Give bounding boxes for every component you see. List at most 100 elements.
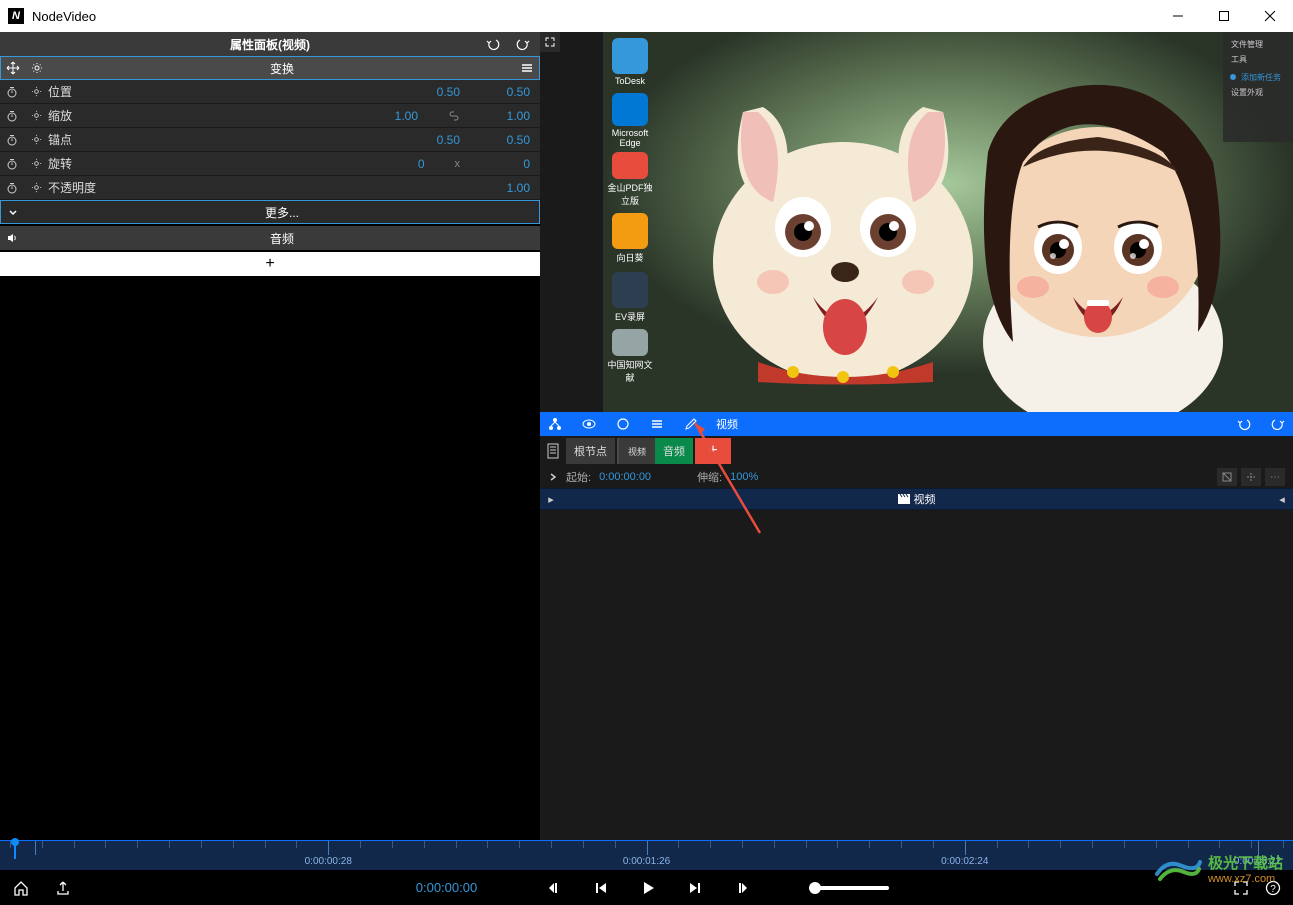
start-value[interactable]: 0:00:00:00: [599, 471, 651, 483]
properties-panel: 属性面板(视频) 变换 位置 0.50 0.50 缩放 1.0: [0, 32, 540, 840]
add-property-button[interactable]: +: [0, 252, 540, 276]
timeline-btn-1[interactable]: [1217, 468, 1237, 486]
more-label: 更多...: [25, 204, 539, 221]
property-opacity: 不透明度 1.00: [0, 176, 540, 200]
preview-desktop-icons: ToDesk Microsoft Edge 金山PDF独立版 向日葵 EV录屏 …: [603, 32, 658, 412]
skip-forward-button[interactable]: [687, 880, 703, 896]
audio-section-header[interactable]: 音频: [0, 226, 540, 250]
timeline-info-bar: 起始: 0:00:00:00 伸缩: 100% ⋯: [540, 466, 1293, 488]
export-button[interactable]: [54, 879, 72, 897]
menu-icon[interactable]: [648, 417, 666, 431]
ruler-tick-label: 0:00:01:26: [623, 856, 670, 867]
gear-icon[interactable]: [24, 134, 48, 145]
gear-icon[interactable]: [24, 182, 48, 193]
volume-slider[interactable]: [809, 886, 889, 890]
property-rotation: 旋转 0 x 0: [0, 152, 540, 176]
ruler-tick-label: 0:00:00:28: [305, 856, 352, 867]
opacity-label: 不透明度: [48, 179, 168, 196]
circle-icon[interactable]: [614, 417, 632, 431]
anchor-y-value[interactable]: 0.50: [490, 133, 530, 147]
more-button[interactable]: 更多...: [0, 200, 540, 224]
track-toggle-right[interactable]: ◂: [1275, 493, 1289, 506]
stopwatch-icon[interactable]: [0, 158, 24, 170]
redo-icon[interactable]: [1269, 417, 1287, 431]
eye-icon[interactable]: [580, 417, 598, 431]
minimize-button[interactable]: [1155, 0, 1201, 32]
playhead[interactable]: [14, 841, 16, 859]
play-button[interactable]: [639, 879, 657, 897]
titlebar: N NodeVideo: [0, 0, 1293, 32]
menu-icon[interactable]: [515, 61, 539, 75]
ruler-tick-label: 0:00:02:24: [941, 856, 988, 867]
document-icon[interactable]: [544, 438, 562, 464]
maximize-button[interactable]: [1201, 0, 1247, 32]
close-button[interactable]: [1247, 0, 1293, 32]
hierarchy-icon[interactable]: [546, 417, 564, 431]
track-toggle-left[interactable]: ▸: [544, 493, 558, 506]
undo-icon[interactable]: [1235, 417, 1253, 431]
home-button[interactable]: [12, 879, 30, 897]
preview-expand-button[interactable]: [540, 32, 560, 52]
volume-knob[interactable]: [809, 882, 821, 894]
opacity-value[interactable]: 1.00: [490, 181, 530, 195]
stopwatch-icon[interactable]: [0, 86, 24, 98]
desktop-icon: 向日葵: [605, 211, 655, 266]
gear-icon[interactable]: [25, 62, 49, 74]
stopwatch-icon[interactable]: [0, 134, 24, 146]
watermark-text-cn: 极光下载站: [1208, 852, 1283, 873]
timeline-empty-area[interactable]: [540, 510, 1293, 840]
scale-y-value[interactable]: 1.00: [490, 109, 530, 123]
scale-x-value[interactable]: 1.00: [378, 109, 418, 123]
preview-area[interactable]: 文件管理 工具 添加新任务 设置外观 ToDesk Microsoft Edge…: [540, 32, 1293, 412]
playback-bar: 0:00:00:00 ?: [0, 870, 1293, 905]
speaker-icon: [0, 232, 24, 244]
anchor-x-value[interactable]: 0.50: [420, 133, 460, 147]
scale-label: 缩放: [48, 107, 168, 124]
transform-section-title: 变换: [49, 60, 515, 77]
tab-video-thumb[interactable]: [617, 438, 653, 464]
properties-panel-title: 属性面板(视频): [230, 36, 310, 53]
property-scale: 缩放 1.00 1.00: [0, 104, 540, 128]
transform-section-header[interactable]: 变换: [0, 56, 540, 80]
undo-button[interactable]: [486, 37, 500, 51]
chevron-right-icon[interactable]: [548, 472, 558, 482]
prev-frame-button[interactable]: [547, 880, 563, 896]
pencil-icon[interactable]: [682, 417, 700, 431]
position-x-value[interactable]: 0.50: [420, 85, 460, 99]
gear-icon[interactable]: [24, 158, 48, 169]
next-frame-button[interactable]: [733, 880, 749, 896]
tab-audio[interactable]: 音频: [655, 438, 693, 464]
playback-time[interactable]: 0:00:00:00: [416, 880, 477, 895]
tab-add-button[interactable]: +: [695, 438, 731, 464]
position-y-value[interactable]: 0.50: [490, 85, 530, 99]
move-icon: [1, 61, 25, 75]
position-label: 位置: [48, 83, 168, 100]
svg-text:添加新任务: 添加新任务: [1241, 72, 1281, 82]
stopwatch-icon[interactable]: [0, 182, 24, 194]
rotation-label: 旋转: [48, 155, 168, 172]
timeline-ruler[interactable]: 0:00:00:280:00:01:260:00:02:240:00:03:22: [0, 840, 1293, 870]
timeline-btn-2[interactable]: [1241, 468, 1261, 486]
link-icon[interactable]: [448, 110, 460, 122]
stretch-value[interactable]: 100%: [730, 471, 758, 483]
svg-text:文件管理: 文件管理: [1231, 39, 1263, 49]
skip-back-button[interactable]: [593, 880, 609, 896]
node-toolbar: 视频: [540, 412, 1293, 436]
volume-control[interactable]: [809, 886, 889, 890]
watermark-text-url: www.xz7.com: [1208, 873, 1283, 885]
redo-button[interactable]: [516, 37, 530, 51]
gear-icon[interactable]: [24, 86, 48, 97]
rotation-deg-value[interactable]: 0: [490, 157, 530, 171]
desktop-icon: 中国知网文献: [605, 329, 655, 384]
timeline-btn-more[interactable]: ⋯: [1265, 468, 1285, 486]
gear-icon[interactable]: [24, 110, 48, 121]
watermark-logo: [1152, 854, 1202, 884]
video-track[interactable]: ▸ 视频 ◂: [540, 488, 1293, 510]
svg-text:?: ?: [1270, 884, 1276, 895]
bottom-bar: 0:00:00:280:00:01:260:00:02:240:00:03:22…: [0, 840, 1293, 905]
rotation-turns-value[interactable]: 0: [385, 157, 425, 171]
stopwatch-icon[interactable]: [0, 110, 24, 122]
left-empty-space: [0, 276, 540, 840]
tab-root[interactable]: 根节点: [566, 438, 615, 464]
properties-panel-header: 属性面板(视频): [0, 32, 540, 56]
